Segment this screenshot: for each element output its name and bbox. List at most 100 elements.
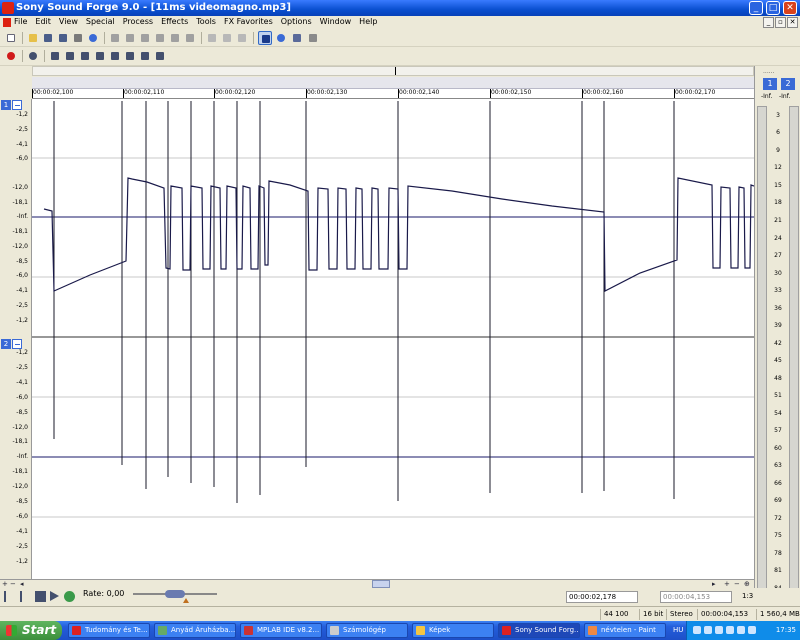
channel-mode[interactable]: Stereo — [666, 609, 696, 620]
meter-channel-2[interactable]: 2 — [781, 78, 795, 90]
forward-icon[interactable] — [138, 49, 152, 63]
rewind-icon[interactable] — [123, 49, 137, 63]
overview-bar[interactable] — [32, 77, 754, 89]
repeat-icon[interactable] — [235, 31, 249, 45]
selection-length[interactable]: 00:00:04,153 — [660, 591, 732, 603]
menu-options[interactable]: Options — [281, 17, 312, 26]
mix-icon[interactable] — [153, 31, 167, 45]
mute-icon[interactable] — [183, 31, 197, 45]
waveform-display[interactable] — [32, 99, 754, 579]
go-to-end-icon[interactable] — [20, 591, 31, 602]
channel-2-db-label: -1,2 — [16, 558, 28, 565]
level-zoom-out-icon[interactable]: − — [734, 580, 740, 588]
task-calculator[interactable]: Számológép — [326, 623, 408, 638]
copy-icon[interactable] — [123, 31, 137, 45]
channel-scale-column: 1 -1,2 -2,5 -4,1 -6,0 -12,0 -18,1 -Inf. … — [0, 99, 32, 579]
tray-network-icon[interactable] — [693, 626, 701, 634]
redo-icon[interactable] — [220, 31, 234, 45]
clock[interactable]: 17:35 — [776, 626, 796, 634]
scroll-left-icon[interactable]: ◂ — [20, 580, 24, 588]
doc-close-button[interactable]: ✕ — [787, 17, 798, 28]
record-icon[interactable] — [4, 49, 18, 63]
menu-process[interactable]: Process — [123, 17, 153, 26]
menu-window[interactable]: Window — [320, 17, 352, 26]
rate-slider-thumb[interactable] — [165, 590, 185, 598]
menu-special[interactable]: Special — [86, 17, 115, 26]
envelope-tool-icon[interactable] — [306, 31, 320, 45]
play-plus-icon[interactable] — [64, 591, 75, 602]
new-icon[interactable] — [4, 31, 18, 45]
task-opera[interactable]: Tudomány és Te... — [68, 623, 150, 638]
tray-usb-icon[interactable] — [726, 626, 734, 634]
tray-security-icon[interactable] — [704, 626, 712, 634]
menu-help[interactable]: Help — [359, 17, 377, 26]
horizontal-scrollbar[interactable]: + − ◂ ▸ + − ⊕ — [0, 579, 754, 588]
menu-bar: File Edit View Special Process Effects T… — [0, 16, 800, 29]
pencil-tool-icon[interactable] — [290, 31, 304, 45]
start-button[interactable]: Start — [0, 621, 62, 640]
open-icon[interactable] — [26, 31, 40, 45]
render-icon[interactable] — [71, 31, 85, 45]
play-icon[interactable] — [50, 591, 59, 601]
windows-taskbar: Start Tudomány és Te... Anyád Áruházba..… — [0, 621, 800, 640]
level-zoom-in-icon[interactable]: + — [724, 580, 730, 588]
paste-icon[interactable] — [138, 31, 152, 45]
play-all-icon[interactable] — [48, 49, 62, 63]
scroll-thumb[interactable] — [372, 580, 390, 588]
tray-volume-icon[interactable] — [715, 626, 723, 634]
sample-rate[interactable]: 44 100 Hz — [600, 609, 638, 629]
meter-grip[interactable]: ...... — [763, 68, 774, 75]
channel-1-minimize-button[interactable] — [12, 100, 22, 110]
document-icon[interactable] — [3, 18, 11, 27]
cut-icon[interactable] — [108, 31, 122, 45]
menu-fx-favorites[interactable]: FX Favorites — [224, 17, 273, 26]
scroll-right-icon[interactable]: ▸ — [712, 580, 716, 588]
task-mplab[interactable]: MPLAB IDE v8.2... — [240, 623, 322, 638]
edit-tool-icon[interactable] — [258, 31, 272, 45]
zoom-in-icon[interactable]: + — [2, 580, 8, 588]
go-to-start-icon[interactable] — [108, 49, 122, 63]
meter-channel-1[interactable]: 1 — [763, 78, 777, 90]
channel-2-minimize-button[interactable] — [12, 339, 22, 349]
minimize-button[interactable]: _ — [749, 1, 763, 15]
language-indicator[interactable]: HU — [673, 626, 683, 634]
zoom-out-icon[interactable]: − — [10, 580, 16, 588]
undo-icon[interactable] — [205, 31, 219, 45]
save-icon[interactable] — [41, 31, 55, 45]
maximize-button[interactable]: □ — [766, 1, 780, 15]
loop-icon[interactable] — [26, 49, 40, 63]
channel-2-db-label: -1,2 — [16, 349, 28, 356]
properties-icon[interactable] — [86, 31, 100, 45]
level-zoom-fit-icon[interactable]: ⊕ — [744, 580, 750, 588]
close-button[interactable]: ✕ — [783, 1, 797, 15]
menu-view[interactable]: View — [59, 17, 78, 26]
stop-icon[interactable] — [93, 49, 107, 63]
waveform-svg[interactable] — [32, 99, 754, 579]
channel-2-header[interactable]: 2 — [1, 339, 23, 349]
menu-file[interactable]: File — [14, 17, 27, 26]
menu-tools[interactable]: Tools — [196, 17, 216, 26]
magnify-tool-icon[interactable] — [274, 31, 288, 45]
pause-icon[interactable] — [78, 49, 92, 63]
trim-icon[interactable] — [168, 31, 182, 45]
task-paint[interactable]: névtelen - Paint — [584, 623, 666, 638]
task-browser[interactable]: Anyád Áruházba... — [154, 623, 236, 638]
overview-scrollbar[interactable] — [32, 66, 754, 76]
go-to-end-icon[interactable] — [153, 49, 167, 63]
doc-restore-button[interactable]: ▫ — [775, 17, 786, 28]
task-pictures[interactable]: Képek — [412, 623, 494, 638]
channel-1-header[interactable]: 1 — [1, 100, 23, 110]
tray-app-icon[interactable] — [748, 626, 756, 634]
go-to-start-icon[interactable] — [4, 591, 15, 602]
cursor-position[interactable]: 00:00:02,178 — [566, 591, 638, 603]
tray-update-icon[interactable] — [737, 626, 745, 634]
menu-effects[interactable]: Effects — [161, 17, 188, 26]
menu-edit[interactable]: Edit — [35, 17, 51, 26]
play-icon[interactable] — [63, 49, 77, 63]
task-sound-forge[interactable]: Sony Sound Forg... — [498, 623, 580, 638]
save-as-icon[interactable] — [56, 31, 70, 45]
bit-depth[interactable]: 16 bit — [639, 609, 665, 620]
time-ruler[interactable]: 00:00:02,100 00:00:02,110 00:00:02,120 0… — [32, 89, 754, 99]
doc-minimize-button[interactable]: _ — [763, 17, 774, 28]
stop-icon[interactable] — [35, 591, 46, 602]
